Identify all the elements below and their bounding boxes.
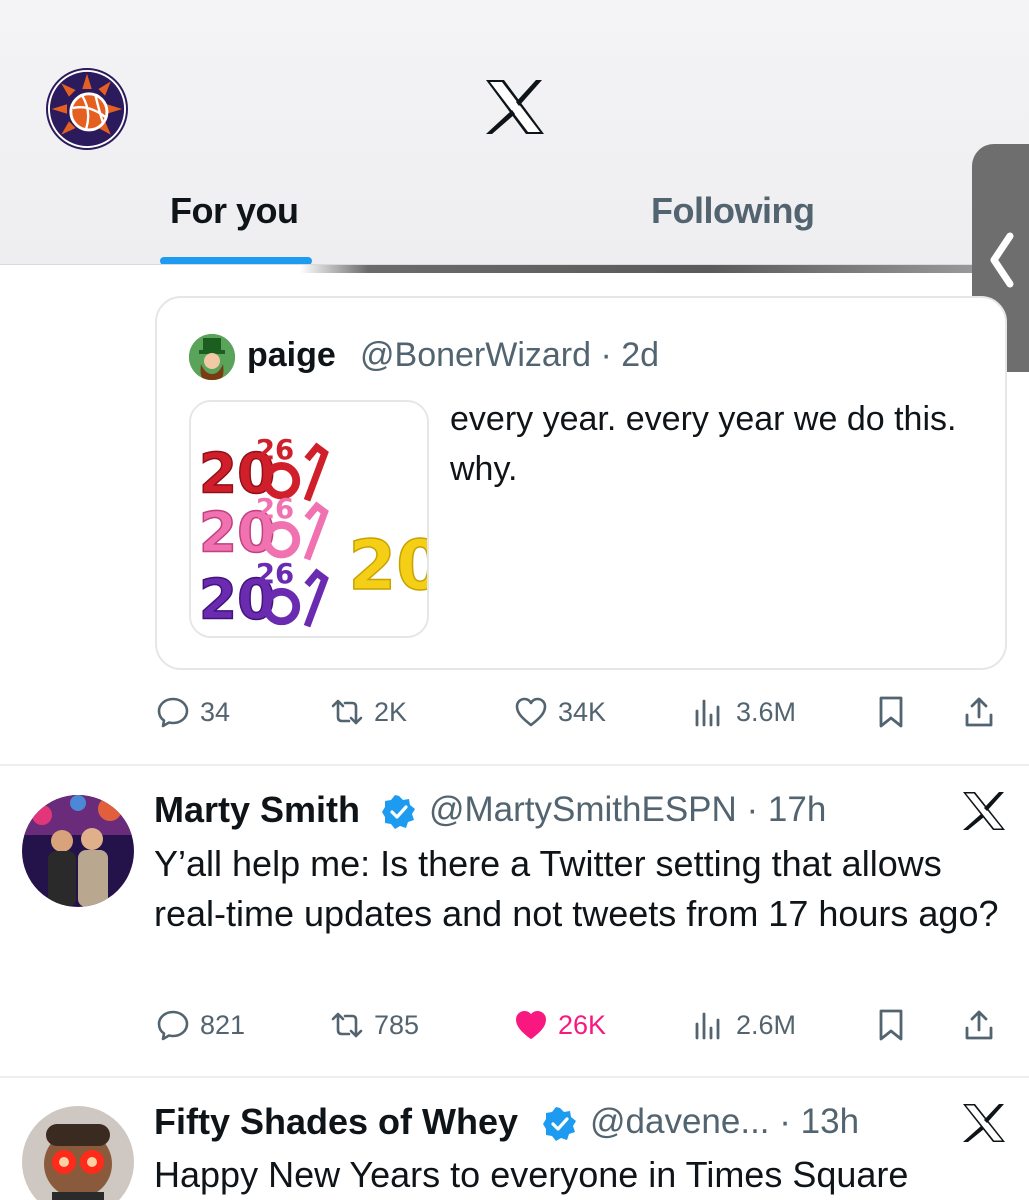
- svg-text:26: 26: [256, 434, 294, 466]
- share-button[interactable]: [962, 1002, 1006, 1048]
- share-button[interactable]: [962, 689, 1006, 735]
- reply-icon: [157, 1010, 189, 1041]
- fifty-shades-name[interactable]: Fifty Shades of Whey: [154, 1101, 518, 1143]
- repost-icon: [331, 1012, 363, 1038]
- timeline-header: For you Following: [0, 0, 1029, 265]
- tweet-divider: [0, 764, 1029, 766]
- svg-text:20: 20: [348, 526, 427, 606]
- x-premium-icon[interactable]: [962, 1103, 1006, 1143]
- view-count: 2.6M: [736, 1009, 797, 1040]
- bookmark-icon: [879, 1009, 903, 1041]
- svg-text:26: 26: [256, 493, 294, 525]
- scrolled-media-edge: [300, 265, 980, 273]
- repost-icon: [331, 699, 363, 725]
- concert-photo-avatar-icon: [22, 795, 134, 907]
- svg-text:26: 26: [256, 558, 294, 590]
- fifty-shades-avatar[interactable]: [22, 1106, 134, 1200]
- reply-button[interactable]: 821: [156, 1002, 245, 1048]
- marty-smith-handle[interactable]: @MartySmithESPN · 17h: [429, 790, 826, 830]
- marty-smith-avatar[interactable]: [22, 795, 134, 907]
- tweet-actions-bar: 821 785 26K 2.6M: [0, 1002, 1029, 1048]
- profile-avatar[interactable]: [46, 68, 128, 150]
- tab-following[interactable]: Following: [651, 190, 815, 232]
- x-premium-icon[interactable]: [962, 791, 1006, 831]
- tab-for-you[interactable]: For you: [170, 190, 299, 232]
- quote-avatar[interactable]: [189, 334, 235, 380]
- marty-smith-tweet-text: Y’all help me: Is there a Twitter settin…: [154, 843, 999, 934]
- fifty-shades-tweet-text: Happy New Years to everyone in Times Squ…: [154, 1154, 909, 1195]
- quote-author-handle[interactable]: @BonerWizard · 2d: [360, 336, 659, 375]
- analytics-icon: [695, 699, 720, 727]
- views-button[interactable]: 3.6M: [692, 689, 796, 735]
- reply-icon: [157, 697, 189, 728]
- heart-icon: [515, 697, 547, 727]
- reply-button[interactable]: 34: [156, 689, 230, 735]
- like-count: 26K: [558, 1009, 607, 1040]
- x-logo-icon[interactable]: [484, 78, 546, 136]
- repost-count: 785: [374, 1009, 420, 1040]
- like-button[interactable]: 26K: [514, 1002, 606, 1048]
- bookmark-button[interactable]: [874, 1002, 918, 1048]
- quote-author-name[interactable]: paige: [247, 336, 336, 375]
- like-button[interactable]: 34K: [514, 689, 606, 735]
- quote-tweet-text: every year. every year we do this. why.: [450, 400, 957, 488]
- bookmark-button[interactable]: [874, 689, 918, 735]
- marty-smith-name[interactable]: Marty Smith: [154, 789, 360, 831]
- reply-count: 34: [200, 696, 231, 727]
- basketball-logo-icon: [49, 71, 125, 147]
- new-year-glasses-image: 20 26 20 26 20 26 20: [191, 402, 427, 636]
- reply-count: 821: [200, 1009, 246, 1040]
- share-icon: [965, 697, 993, 727]
- view-count: 3.6M: [736, 696, 797, 727]
- bookmark-icon: [879, 696, 903, 728]
- like-count: 34K: [558, 696, 607, 727]
- heart-filled-icon: [516, 1011, 546, 1039]
- repost-button[interactable]: 785: [330, 1002, 419, 1048]
- quote-media-image[interactable]: 20 26 20 26 20 26 20: [189, 400, 429, 638]
- quoted-tweet-card[interactable]: paige @BonerWizard · 2d 20 26 20 26 20 2…: [155, 296, 1007, 670]
- verified-badge-icon: [543, 1107, 576, 1141]
- analytics-icon: [695, 1012, 720, 1040]
- fifty-shades-handle[interactable]: @davene... · 13h: [590, 1102, 859, 1142]
- tweet-divider: [0, 1076, 1029, 1078]
- leprechaun-avatar-icon: [189, 334, 235, 380]
- share-icon: [965, 1010, 993, 1040]
- laser-eyes-avatar-icon: [22, 1106, 134, 1200]
- chevron-left-icon: [990, 232, 1014, 288]
- tweet-actions-bar: 34 2K 34K 3.6M: [0, 689, 1029, 735]
- repost-count: 2K: [374, 696, 408, 727]
- repost-button[interactable]: 2K: [330, 689, 407, 735]
- views-button[interactable]: 2.6M: [692, 1002, 796, 1048]
- verified-badge-icon: [382, 795, 415, 829]
